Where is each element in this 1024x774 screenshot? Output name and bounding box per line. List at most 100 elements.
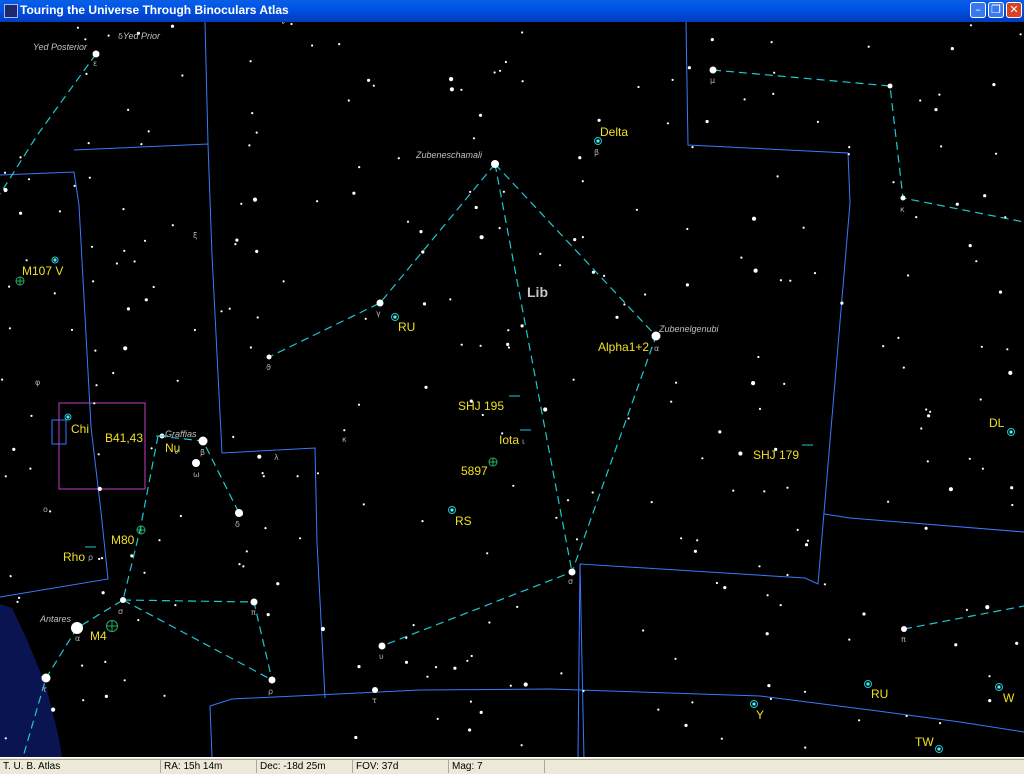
faint-star [16,600,19,604]
object-label[interactable]: B41,43 [105,431,143,445]
title-bar[interactable]: Touring the Universe Through Binoculars … [0,0,1024,22]
selection-box[interactable] [58,402,146,490]
faint-star [137,619,140,622]
greek-label: μ [710,76,715,85]
restore-button[interactable]: ❐ [988,2,1004,18]
object-label[interactable]: DL [989,416,1005,430]
greek-label: β [594,148,599,157]
object-label[interactable]: Y [756,708,764,722]
faint-star [419,230,423,234]
faint-star [696,539,699,542]
bright-stars [41,50,907,693]
star-sigma-lib [568,568,576,576]
faint-star [434,666,438,669]
faint-star [19,211,23,215]
faint-star [3,171,7,174]
variable-star-icon [935,745,943,753]
status-bar: T. U. B. Atlas RA: 15h 14m Dec: -18d 25m… [0,757,1024,774]
faint-star [691,701,694,704]
greek-label: σ [118,607,123,616]
constellation-lines [0,53,1024,757]
cluster-icon [488,457,498,467]
faint-star [481,413,484,417]
object-label[interactable]: SHJ 195 [458,399,504,413]
object-label[interactable]: RS [455,514,472,528]
star-name-label: Antares [39,614,72,624]
star-map[interactable]: Lib Yed Posterior Yed Prior Zubeneschama… [0,22,1024,757]
faint-star [848,638,851,641]
object-label[interactable]: Delta [600,125,628,139]
variable-star-icon [448,506,456,514]
faint-star [670,400,673,403]
faint-star [635,208,639,211]
faint-star [693,549,698,553]
object-label[interactable]: SHJ 179 [753,448,799,462]
object-label[interactable]: TW [915,735,934,749]
faint-star [950,47,954,51]
object-label[interactable]: M4 [90,629,107,643]
faint-star [804,746,807,749]
faint-star [566,499,570,502]
faint-star [486,552,489,555]
faint-star [85,72,88,75]
object-label[interactable]: Chi [71,422,89,436]
star-yed-posterior [92,50,100,58]
faint-star [82,699,85,702]
cluster-icon [15,276,25,286]
star-epsilon-hya [887,83,893,89]
close-button[interactable]: ✕ [1006,2,1022,18]
app-icon[interactable] [4,4,18,18]
faint-star [397,157,400,160]
greek-label: ρ [88,553,93,562]
faint-star [421,250,425,254]
greek-label: τ [372,696,377,705]
minimize-button[interactable]: – [970,2,986,18]
status-fov: FOV: 37d [352,759,448,773]
greek-label: α [654,344,659,353]
faint-star [920,427,923,430]
object-markers [51,137,1015,753]
faint-star [516,605,519,609]
greek-label: ω [193,470,200,479]
faint-star [504,60,507,64]
faint-star [262,475,265,478]
faint-star [615,315,619,319]
object-label[interactable]: Iota [499,433,519,447]
object-label[interactable]: Rho [63,550,85,564]
faint-star [499,69,502,72]
object-label[interactable]: RU [398,320,415,334]
sky-chart[interactable]: Lib Yed Posterior Yed Prior Zubeneschama… [0,22,1024,757]
faint-star [474,205,478,210]
faint-star [367,78,371,82]
greek-label: κ [342,435,347,444]
faint-star [575,538,579,541]
object-label[interactable]: M80 [111,533,135,547]
faint-star [249,346,252,349]
greek-label: ν [174,447,179,456]
faint-star [934,108,938,112]
faint-star [92,280,95,283]
faint-star [751,216,757,221]
object-label[interactable]: RU [871,687,888,701]
object-label[interactable]: Alpha1+2 [598,340,649,354]
star-upsilon-lib [378,642,386,650]
object-label[interactable]: 5897 [461,464,488,478]
faint-star [76,26,79,29]
faint-star [12,447,16,451]
faint-star [823,583,827,586]
faint-star [992,83,996,87]
faint-star [701,457,704,460]
faint-star [170,24,175,28]
faint-star [753,268,758,273]
variable-star-icon [750,700,758,708]
faint-star [299,537,302,540]
faint-star [123,679,126,682]
object-label[interactable]: W [1003,691,1015,705]
variable-star-icon [64,413,72,421]
object-label[interactable]: M107 V [22,264,63,278]
faint-star [249,60,252,63]
faint-star [539,252,542,255]
greek-label: β [200,448,205,457]
faint-star [158,539,161,542]
faint-star [261,472,264,475]
